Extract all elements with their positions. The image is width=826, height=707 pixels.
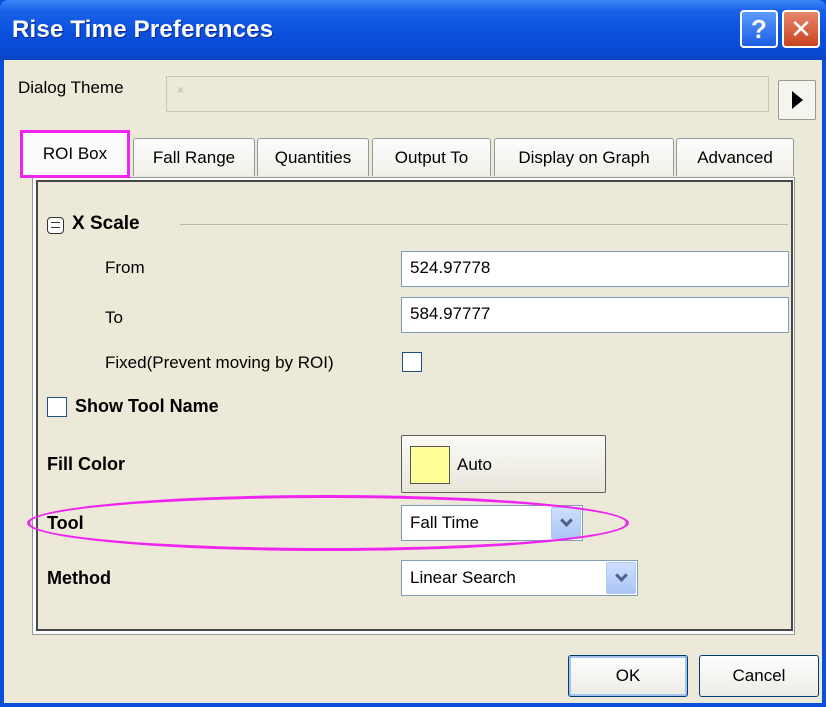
fixed-checkbox[interactable] <box>402 352 422 372</box>
ok-button[interactable]: OK <box>568 655 688 697</box>
title-bar[interactable]: Rise Time Preferences ? ✕ <box>0 0 826 60</box>
window-title: Rise Time Preferences <box>12 16 274 43</box>
help-button[interactable]: ? <box>740 10 778 48</box>
tab-quantities[interactable]: Quantities <box>257 138 369 176</box>
method-label: Method <box>47 568 111 588</box>
method-dropdown-button[interactable] <box>606 562 636 594</box>
to-label: To <box>105 308 123 327</box>
tab-output-to[interactable]: Output To <box>372 138 491 176</box>
close-button[interactable]: ✕ <box>782 10 820 48</box>
to-input[interactable]: 584.97777 <box>401 297 789 333</box>
from-label: From <box>105 258 145 277</box>
chevron-down-icon <box>614 569 628 582</box>
dialog-theme-combo[interactable]: × <box>166 76 769 112</box>
fixed-label: Fixed(Prevent moving by ROI) <box>105 353 334 372</box>
tool-highlight-ellipse <box>27 495 629 551</box>
section-divider <box>180 224 788 225</box>
color-swatch <box>410 446 450 484</box>
theme-placeholder-mark: × <box>177 83 185 97</box>
cancel-button[interactable]: Cancel <box>699 655 819 697</box>
tab-display-on-graph[interactable]: Display on Graph <box>494 138 674 176</box>
tab-fall-range[interactable]: Fall Range <box>133 138 255 176</box>
dialog-theme-label: Dialog Theme <box>18 78 124 97</box>
tab-roi-box[interactable]: ROI Box <box>20 130 130 178</box>
fill-color-button[interactable]: Auto <box>401 435 606 493</box>
fill-color-label: Fill Color <box>47 454 125 474</box>
help-icon: ? <box>751 13 767 44</box>
close-icon: ✕ <box>790 13 812 44</box>
theme-menu-button[interactable] <box>778 80 816 120</box>
x-scale-title: X Scale <box>72 213 140 234</box>
method-select-value: Linear Search <box>410 568 516 587</box>
triangle-right-icon <box>791 91 803 109</box>
show-tool-name-label: Show Tool Name <box>75 396 219 416</box>
dialog-window: Rise Time Preferences ? ✕ Dialog Theme ×… <box>0 0 826 707</box>
method-select[interactable]: Linear Search <box>401 560 638 596</box>
show-tool-name-checkbox[interactable] <box>47 397 67 417</box>
tab-advanced[interactable]: Advanced <box>676 138 794 176</box>
collapse-icon[interactable] <box>47 217 64 234</box>
from-input[interactable]: 524.97778 <box>401 251 789 287</box>
fill-color-value: Auto <box>457 455 492 474</box>
